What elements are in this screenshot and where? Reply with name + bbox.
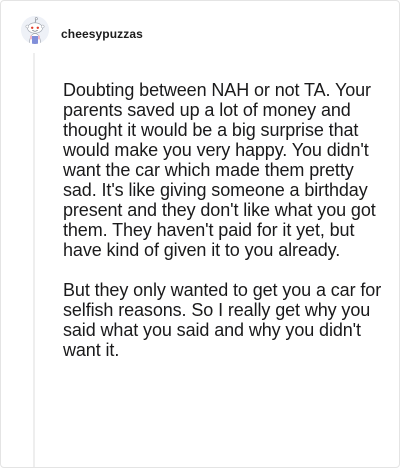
- snoo-avatar-icon[interactable]: [21, 16, 49, 44]
- comment-paragraph: But they only wanted to get you a car fo…: [63, 280, 382, 360]
- thread-line[interactable]: [33, 53, 35, 467]
- comment-paragraph: Doubting between NAH or not TA. Your par…: [63, 80, 376, 260]
- comment-card: cheesypuzzas Doubting between NAH or not…: [0, 0, 400, 468]
- comment-body: Doubting between NAH or not TA. Your par…: [63, 80, 383, 360]
- comment-author-username[interactable]: cheesypuzzas: [61, 27, 143, 41]
